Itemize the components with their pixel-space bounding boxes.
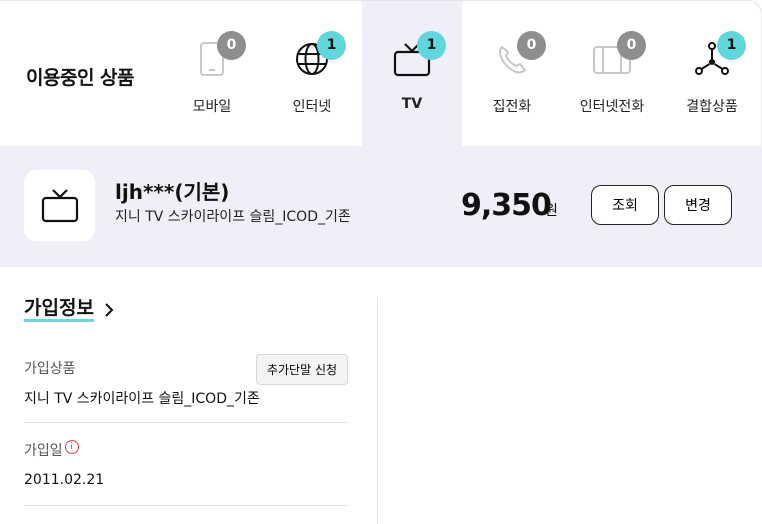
subscription-info: 가입정보 가입상품 추가단말 신청 지니 TV 스카이라이프 슬림_ICOD_기… (0, 267, 762, 524)
divider (24, 422, 348, 423)
product-description: 지니 TV 스카이라이프 슬림_ICOD_기존 (115, 209, 351, 225)
tab-internet[interactable]: 1 인터넷 (262, 1, 362, 147)
tab-count-badge: 1 (317, 31, 346, 60)
tab-label: 모바일 (192, 99, 232, 115)
change-button[interactable]: 변경 (664, 185, 732, 225)
tab-count-badge: 1 (417, 31, 446, 60)
product-field-value: 지니 TV 스카이라이프 슬림_ICOD_기존 (24, 391, 260, 407)
product-icon-box (24, 170, 95, 241)
product-name: ljh***(기본) (115, 180, 230, 204)
price-unit: 원 (545, 203, 558, 219)
tab-mobile[interactable]: 0 모바일 (162, 1, 262, 147)
info-title-link[interactable]: 가입정보 (24, 297, 114, 322)
info-title: 가입정보 (24, 297, 94, 322)
join-date-label: 가입일 (24, 443, 63, 459)
tab-count-badge: 0 (517, 31, 546, 60)
tab-label: 결합상품 (686, 99, 738, 115)
chevron-right-icon (105, 302, 114, 317)
tab-count-badge: 0 (617, 31, 646, 60)
tv-icon (41, 189, 79, 223)
tab-label: TV (401, 96, 423, 112)
tab-label: 인터넷전화 (579, 99, 645, 115)
view-button[interactable]: 조회 (591, 185, 659, 225)
vertical-divider (377, 297, 378, 524)
tab-bundle[interactable]: 1 결합상품 (662, 1, 762, 147)
product-summary: ljh***(기본) 지니 TV 스카이라이프 슬림_ICOD_기존 9,350… (0, 146, 762, 267)
tab-home-phone[interactable]: 0 집전화 (462, 1, 562, 147)
tab-label: 인터넷 (292, 99, 332, 115)
add-device-button[interactable]: 추가단말 신청 (256, 354, 348, 385)
info-icon[interactable]: i (64, 440, 79, 454)
tab-list: 0 모바일 1 인터넷 1 TV 0 집전화 0 인터넷전화 1 결합상품 (162, 1, 762, 147)
tab-tv[interactable]: 1 TV (362, 1, 462, 147)
tab-label: 집전화 (492, 99, 532, 115)
tab-count-badge: 1 (717, 31, 746, 60)
product-field-label: 가입상품 (24, 361, 76, 377)
product-price: 9,350 (461, 188, 552, 223)
join-date-value: 2011.02.21 (24, 472, 105, 488)
section-title: 이용중인 상품 (26, 67, 135, 89)
tab-internet-phone[interactable]: 0 인터넷전화 (562, 1, 662, 147)
join-date-label-row: 가입일 i (24, 440, 79, 460)
divider (24, 505, 348, 506)
tab-count-badge: 0 (217, 31, 246, 60)
page: 이용중인 상품 0 모바일 1 인터넷 1 TV 0 집전화 0 인터넷전화 1… (0, 0, 762, 524)
product-tab-bar: 이용중인 상품 0 모바일 1 인터넷 1 TV 0 집전화 0 인터넷전화 1… (0, 0, 762, 147)
